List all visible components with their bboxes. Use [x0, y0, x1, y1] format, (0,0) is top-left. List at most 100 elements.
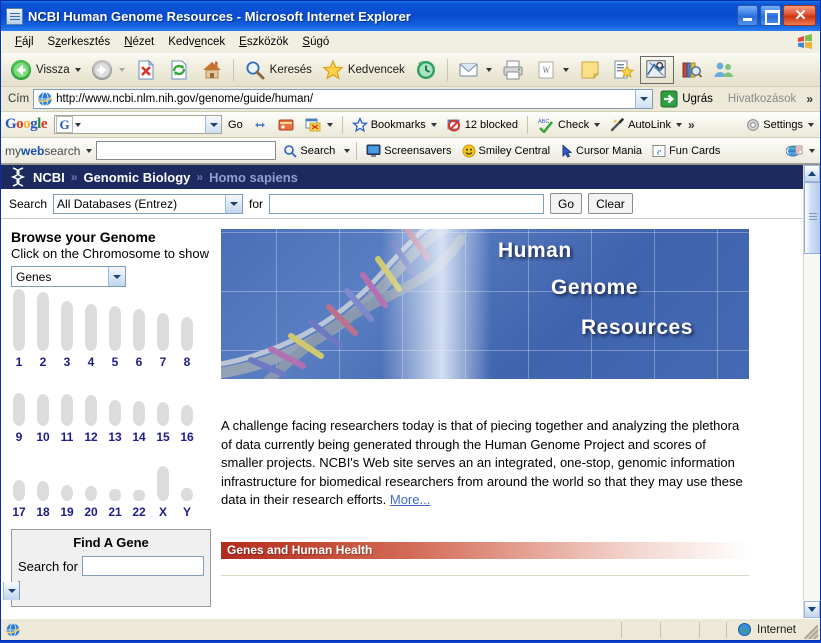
chromosome-label-21[interactable]: 21: [107, 505, 123, 519]
ncbi-section[interactable]: Genomic Biology: [83, 170, 190, 185]
select-dropdown-button[interactable]: [108, 267, 125, 286]
ncbi-query-input[interactable]: [269, 193, 545, 214]
bookmarks-dropdown-icon[interactable]: [430, 122, 437, 127]
vertical-scrollbar[interactable]: [803, 165, 820, 618]
menu-item-help[interactable]: Súgó: [295, 34, 336, 50]
ncbi-database-select[interactable]: All Databases (Entrez): [53, 193, 244, 214]
notes-button[interactable]: [574, 56, 606, 84]
resize-grip[interactable]: [804, 625, 818, 639]
more-link[interactable]: More...: [390, 492, 430, 507]
mail-button[interactable]: [453, 56, 496, 84]
print-button[interactable]: [497, 56, 529, 84]
chromosome-label-16[interactable]: 16: [179, 430, 195, 444]
chromosome-20[interactable]: [85, 486, 97, 501]
messenger-button[interactable]: [708, 56, 740, 84]
chromosome-label-12[interactable]: 12: [83, 430, 99, 444]
scrollbar-thumb[interactable]: [804, 182, 820, 254]
settings-dropdown-icon[interactable]: [808, 122, 814, 127]
menu-item-tools[interactable]: Eszközök: [232, 34, 295, 50]
chromosome-5[interactable]: [109, 306, 121, 351]
find-a-gene-select[interactable]: [3, 581, 20, 600]
chromosome-Y[interactable]: [181, 488, 193, 501]
chromosome-label-3[interactable]: 3: [59, 355, 75, 369]
chromosome-9[interactable]: [13, 393, 25, 426]
chromosome-1[interactable]: [13, 289, 25, 351]
google-search-input[interactable]: G: [54, 115, 223, 134]
favorites-button[interactable]: Kedvencek: [317, 56, 409, 84]
search-button[interactable]: Keresés: [239, 56, 316, 84]
chromosome-8[interactable]: [181, 317, 193, 351]
menu-item-edit[interactable]: Szerkesztés: [41, 34, 118, 50]
chromosome-11[interactable]: [61, 394, 73, 426]
google-history-dropdown[interactable]: [205, 116, 222, 133]
chromosome-18[interactable]: [37, 481, 49, 501]
google-highlight-button[interactable]: [249, 116, 271, 134]
maximize-button[interactable]: [760, 5, 781, 26]
chromosome-label-10[interactable]: 10: [35, 430, 51, 444]
research-button[interactable]: [639, 55, 674, 84]
google-g-dropdown-icon[interactable]: [75, 122, 82, 127]
mywebsearch-search-button[interactable]: Search: [280, 143, 338, 159]
menu-item-file[interactable]: FFájlájl: [8, 34, 41, 50]
chromosome-4[interactable]: [85, 304, 97, 351]
chromosome-label-2[interactable]: 2: [35, 355, 51, 369]
chromosome-22[interactable]: [133, 490, 145, 501]
google-blocked-counter[interactable]: 12 blocked: [443, 116, 521, 134]
chromosome-19[interactable]: [61, 485, 73, 501]
chromosome-label-14[interactable]: 14: [131, 430, 147, 444]
chromosome-15[interactable]: [157, 402, 169, 426]
stop-button[interactable]: [130, 56, 162, 84]
chromosome-label-8[interactable]: 8: [179, 355, 195, 369]
google-spellcheck-button[interactable]: ABC Check: [534, 116, 603, 134]
google-popup-blocker-button[interactable]: [301, 115, 336, 135]
google-go-button[interactable]: Go: [225, 118, 246, 132]
edit-dropdown-icon[interactable]: [562, 67, 569, 72]
mw-extras-dropdown-icon[interactable]: [809, 148, 815, 153]
menu-item-view[interactable]: Nézet: [117, 34, 161, 50]
history-button[interactable]: [410, 56, 442, 84]
mywebsearch-dropdown-icon[interactable]: [86, 148, 93, 153]
address-dropdown-button[interactable]: [635, 90, 653, 108]
ncbi-go-button[interactable]: Go: [550, 193, 583, 214]
close-button[interactable]: [783, 5, 817, 26]
chromosome-label-18[interactable]: 18: [35, 505, 51, 519]
popup-blocker-dropdown-icon[interactable]: [326, 122, 333, 127]
books-search-button[interactable]: [675, 56, 707, 84]
chromosome-label-9[interactable]: 9: [11, 430, 27, 444]
security-zone[interactable]: Internet: [726, 621, 796, 638]
menu-item-favorites[interactable]: Kedvencek: [161, 34, 232, 50]
home-button[interactable]: [196, 56, 228, 84]
minimize-button[interactable]: [737, 5, 758, 26]
chromosome-13[interactable]: [109, 400, 121, 426]
chromosome-3[interactable]: [61, 301, 73, 351]
chromosome-7[interactable]: [157, 313, 169, 351]
ncbi-brand[interactable]: NCBI: [33, 170, 65, 185]
select-dropdown-button[interactable]: [3, 582, 19, 600]
google-overflow-icon[interactable]: »: [688, 118, 699, 132]
chromosome-label-5[interactable]: 5: [107, 355, 123, 369]
chromosome-X[interactable]: [157, 466, 169, 501]
chromosome-label-1[interactable]: 1: [11, 355, 27, 369]
chromosome-label-15[interactable]: 15: [155, 430, 171, 444]
chromosome-label-7[interactable]: 7: [155, 355, 171, 369]
chromosome-14[interactable]: [133, 401, 145, 426]
google-autolink-button[interactable]: AutoLink: [606, 116, 685, 134]
mywebsearch-input[interactable]: [96, 141, 277, 160]
scroll-down-button[interactable]: [804, 601, 820, 618]
cursor-mania-button[interactable]: Cursor Mania: [557, 143, 645, 159]
back-dropdown-icon[interactable]: [74, 67, 81, 72]
google-settings[interactable]: Settings: [746, 118, 814, 132]
autolink-dropdown-icon[interactable]: [675, 122, 682, 127]
chromosome-21[interactable]: [109, 489, 121, 501]
scrollbar-track[interactable]: [804, 182, 820, 601]
chromosome-label-20[interactable]: 20: [83, 505, 99, 519]
chromosome-label-22[interactable]: 22: [131, 505, 147, 519]
fun-cards-button[interactable]: e Fun Cards: [649, 143, 723, 159]
ncbi-clear-button[interactable]: Clear: [588, 193, 633, 214]
chromosome-label-17[interactable]: 17: [11, 505, 27, 519]
find-a-gene-input[interactable]: [81, 556, 204, 576]
chromosome-label-11[interactable]: 11: [59, 430, 75, 444]
select-dropdown-button[interactable]: [225, 194, 243, 213]
links-label[interactable]: Hivatkozások: [722, 93, 802, 105]
back-button[interactable]: Vissza: [5, 56, 85, 84]
